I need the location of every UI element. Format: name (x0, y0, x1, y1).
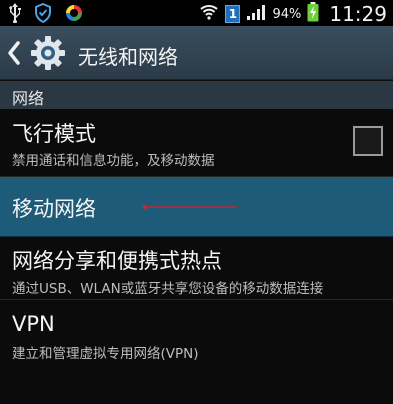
shield-icon (34, 2, 52, 27)
list-item-vpn[interactable]: VPN 建立和管理虚拟专用网络(VPN) (0, 300, 393, 362)
status-bar: 1 94% 11:29 (0, 0, 393, 26)
status-bar-right: 1 94% 11:29 (199, 2, 387, 26)
back-chevron-icon[interactable] (6, 40, 22, 66)
status-bar-left (8, 2, 84, 27)
section-header-network: 网络 (0, 81, 393, 109)
airplane-mode-checkbox[interactable] (353, 126, 383, 156)
list-item-airplane-mode[interactable]: 飞行模式 禁用通话和信息功能，及移动数据 (0, 109, 393, 177)
app-ring-icon (64, 3, 84, 27)
usb-icon (8, 3, 22, 27)
mobile-networks-title: 移动网络 (12, 197, 96, 221)
clock: 11:29 (329, 2, 387, 26)
vpn-subtitle: 建立和管理虚拟专用网络(VPN) (12, 346, 199, 362)
section-header-label: 网络 (12, 89, 45, 108)
battery-charging-icon (307, 2, 319, 26)
page-title: 无线和网络 (78, 45, 178, 69)
sim-slot-badge: 1 (225, 5, 241, 23)
red-pointer-arrow (143, 205, 237, 209)
signal-icon (246, 3, 266, 25)
battery-percent: 94% (272, 6, 302, 22)
list-item-tethering-hotspot[interactable]: 网络分享和便携式热点 通过USB、WLAN或蓝牙共享您设备的移动数据连接 (0, 237, 393, 300)
wifi-icon (199, 3, 219, 25)
airplane-mode-title: 飞行模式 (12, 122, 96, 146)
settings-gear-icon[interactable] (30, 35, 66, 71)
vpn-title: VPN (12, 312, 55, 336)
airplane-mode-subtitle: 禁用通话和信息功能，及移动数据 (12, 153, 215, 169)
tethering-subtitle: 通过USB、WLAN或蓝牙共享您设备的移动数据连接 (12, 281, 324, 297)
list-item-mobile-networks[interactable]: 移动网络 (0, 177, 393, 237)
tethering-title: 网络分享和便携式热点 (12, 249, 222, 273)
action-bar: 无线和网络 (0, 26, 393, 80)
